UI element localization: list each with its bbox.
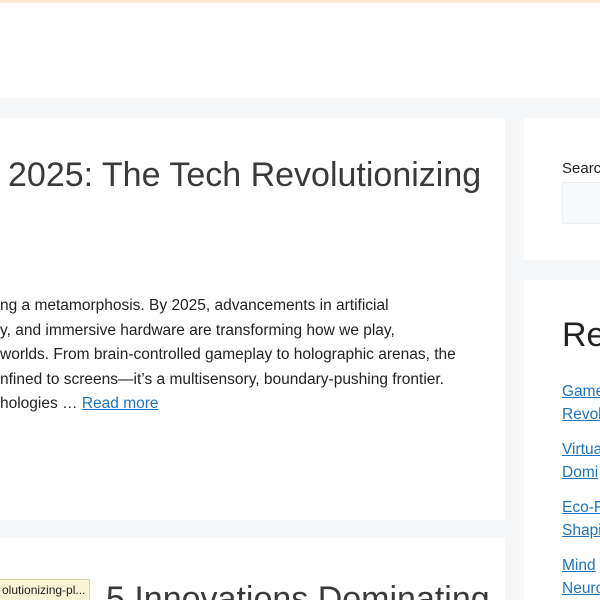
recent-posts-title: Re <box>562 316 600 354</box>
excerpt-line: worlds. From brain-controlled gameplay t… <box>0 346 456 363</box>
status-bar-url: olutionizing-pl... <box>0 579 90 600</box>
recent-post-link[interactable]: Mind <box>562 554 600 577</box>
recent-posts-list: Game Revol Virtua Domi Eco-F Shapi Mind … <box>562 380 600 600</box>
recent-post-link[interactable]: Domi <box>562 461 600 484</box>
recent-post-link[interactable]: Game <box>562 380 600 403</box>
recent-post-link[interactable]: Shapi <box>562 519 600 542</box>
post-title[interactable]: 2025: The Tech Revolutionizing <box>8 158 481 192</box>
excerpt-line: ng a metamorphosis. By 2025, advancement… <box>0 297 389 314</box>
search-input[interactable] <box>562 182 600 224</box>
excerpt-line: nfined to screens—it’s a multisensory, b… <box>0 370 444 388</box>
content-area: 2025: The Tech Revolutionizing ng a meta… <box>0 98 600 600</box>
recent-posts-widget: Re Game Revol Virtua Domi Eco-F Shapi Mi… <box>524 280 600 600</box>
post-title[interactable]: 5 Innovations Dominating <box>106 582 490 600</box>
post-excerpt: ng a metamorphosis. By 2025, advancement… <box>0 294 500 417</box>
list-item: Game Revol <box>562 380 600 426</box>
recent-post-link[interactable]: Revol <box>562 403 600 426</box>
list-item: Mind Neuro <box>562 554 600 600</box>
post-card: 2025: The Tech Revolutionizing ng a meta… <box>0 118 505 520</box>
recent-post-link[interactable]: Virtua <box>562 438 600 461</box>
list-item: Virtua Domi <box>562 438 600 484</box>
list-item: Eco-F Shapi <box>562 496 600 542</box>
site-header <box>0 3 600 98</box>
excerpt-tail: hologies … <box>0 395 82 412</box>
search-widget: Searc <box>524 118 600 260</box>
excerpt-last-line: hologies … Read more <box>0 392 500 417</box>
read-more-link[interactable]: Read more <box>82 395 159 412</box>
recent-post-link[interactable]: Eco-F <box>562 496 600 519</box>
search-label: Searc <box>562 160 600 177</box>
excerpt-line: y, and immersive hardware are transformi… <box>0 321 395 339</box>
recent-post-link[interactable]: Neuro <box>562 577 600 600</box>
